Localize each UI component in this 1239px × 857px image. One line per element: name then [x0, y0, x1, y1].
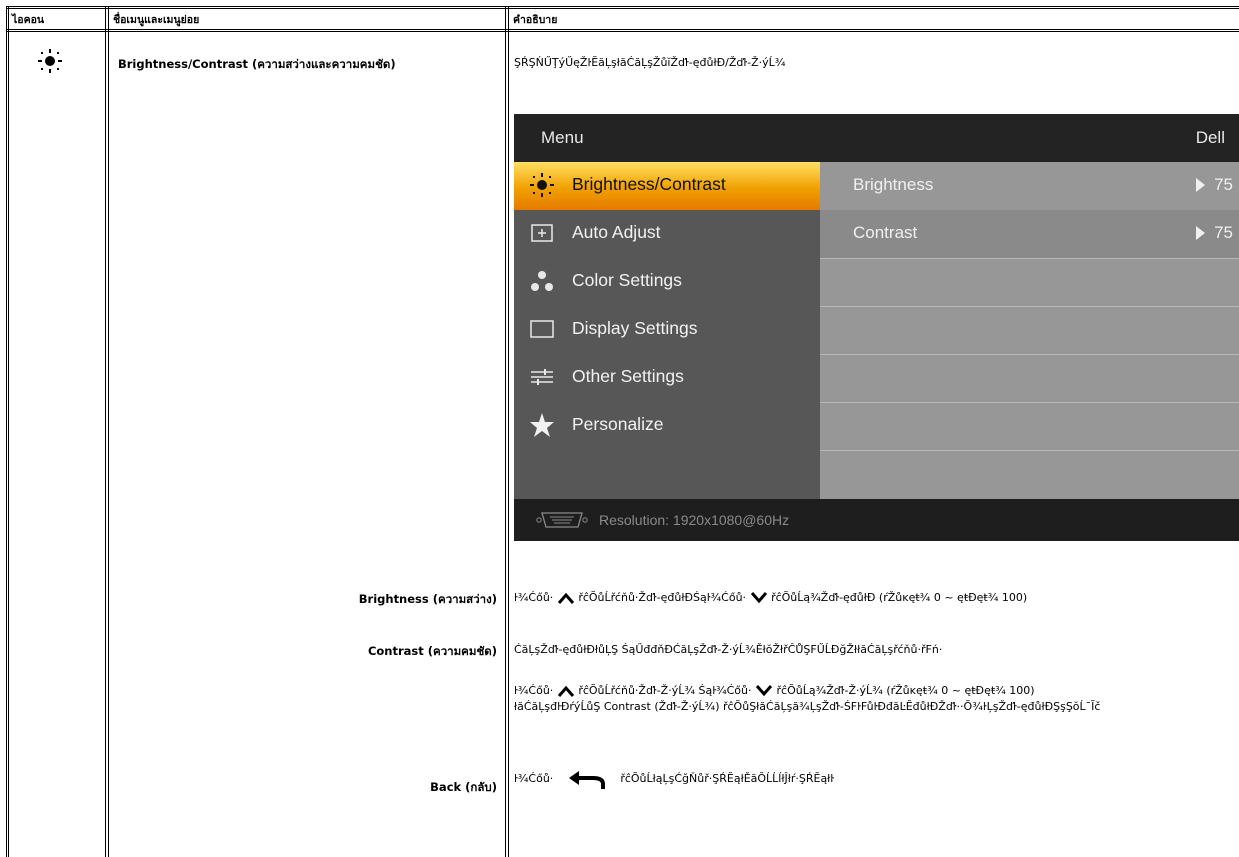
display-rect-icon — [530, 320, 554, 338]
osd-header: Menu Dell — [514, 114, 1239, 162]
table-border — [8, 6, 9, 857]
osd-item-display-settings: Display Settings — [514, 306, 820, 354]
osd-sub-row-empty — [820, 306, 1239, 355]
desc-text: řĉÕůĹřćňů·Žďŀ-ęđůłĐŚąŀ¾Ćőů· — [578, 591, 747, 604]
osd-sub-label: Contrast — [853, 223, 918, 242]
desc-text: řĉÕůĹłąĻşĆğŇůř·ŞŔĔąłĚăŎĹĹĺłĴłŕ·ŞŔĔąłŀ — [620, 772, 835, 785]
osd-item-label: Auto Adjust — [572, 222, 661, 242]
table-border — [105, 6, 106, 857]
osd-item-label: Display Settings — [572, 318, 698, 338]
osd-footer: Resolution: 1920x1080@60Hz — [514, 499, 1239, 541]
osd-sub-row-empty — [820, 402, 1239, 451]
desc-text: řĉÕůĹřćňů·Žďŀ-Ž·ýĹ¾ Śąŀ¾Ćőů· — [578, 684, 752, 697]
desc-text: řĉÕůĹą¾Žďŀ-Ž·ýĹ¾ (ŕŽůĸęŧ¾ 0 ~ ęŧĐęŧ¾ 100… — [776, 684, 1035, 697]
desc-text: ŀ¾Ćőů· — [514, 591, 554, 604]
description-brightness: ŀ¾Ćőů· řĉÕůĹřćňů·Žďŀ-ęđůłĐŚąŀ¾Ćőů· řĉÕůĹ… — [514, 591, 1027, 604]
header-menu: ชื่อเมนูและเมนูย่อย — [113, 14, 200, 26]
color-dots-icon — [531, 271, 553, 291]
osd-sub-value: 75 — [1214, 175, 1233, 194]
description-contrast-3: łăĆăĻşđŀĐŕýĹůŞ Contrast (Žďŀ-Ž·ýĹ¾) řĉÕů… — [514, 700, 1101, 713]
osd-item-color-settings: Color Settings — [514, 258, 820, 306]
osd-title: Menu — [541, 128, 584, 147]
osd-item-brightness-contrast: Brightness/Contrast — [514, 162, 820, 210]
description-contrast-1: ĆăĻşŽďŀ-ęđůłĐłůĻŞ ŚąŰđđňĐĆăĻşŽďŀ-Ž·ýĹ¾Ěł… — [514, 643, 943, 656]
desc-text: řĉÕůĹą¾Žďŀ-ęđůłĐ (ŕŽůĸęŧ¾ 0 ~ ęŧĐęŧ¾ 100… — [771, 591, 1028, 604]
osd-brand: Dell — [1195, 128, 1225, 147]
osd-item-auto-adjust: Auto Adjust — [514, 210, 820, 258]
osd-item-label: Personalize — [572, 414, 664, 434]
sun-icon — [530, 173, 554, 197]
osd-sub-label: Brightness — [853, 175, 934, 194]
desc-text: ŀ¾Ćőů· — [514, 684, 554, 697]
menu-label-brightness: Brightness (ความสว่าง) — [358, 592, 497, 606]
vga-connector-icon — [536, 512, 588, 528]
header-description: คำอธิบาย — [513, 14, 558, 26]
osd-item-personalize: Personalize — [514, 402, 820, 450]
table-border — [6, 6, 1239, 7]
chevron-up-icon — [557, 685, 574, 697]
description-contrast-2: ŀ¾Ćőů· řĉÕůĹřćňů·Žďŀ-Ž·ýĹ¾ Śąŀ¾Ćőů· řĉÕů… — [514, 684, 1035, 697]
menu-table: ไอคอน ชื่อเมนูและเมนูย่อย คำอธิบาย Brigh… — [0, 0, 1239, 857]
osd-sub-row-empty — [820, 354, 1239, 403]
osd-sub-value: 75 — [1214, 223, 1233, 242]
sliders-icon — [531, 369, 553, 385]
osd-main-menu: Brightness/Contrast Auto Adjust Color Se… — [514, 162, 820, 499]
table-border — [505, 6, 506, 857]
osd-menu-image: Menu Dell Brightness/Contrast Auto Adjus… — [514, 114, 1239, 541]
osd-item-label: Other Settings — [572, 366, 684, 386]
table-border — [6, 31, 1239, 32]
chevron-down-icon — [755, 685, 773, 697]
menu-label-contrast: Contrast (ความคมชัด) — [367, 644, 497, 658]
menu-label-brightness-contrast: Brightness/Contrast (ความสว่างและความคมช… — [118, 57, 396, 71]
chevron-down-icon — [750, 592, 767, 604]
osd-sub-row-brightness: Brightness 75 — [820, 162, 1239, 211]
table-border — [6, 8, 1239, 9]
menu-label-back: Back (กลับ) — [430, 780, 497, 794]
sun-icon — [38, 49, 62, 73]
osd-item-other-settings: Other Settings — [514, 354, 820, 402]
osd-resolution: Resolution: 1920x1080@60Hz — [599, 512, 790, 528]
osd-submenu: Brightness 75 Contrast 75 — [820, 162, 1239, 499]
osd-sub-row-empty — [820, 258, 1239, 307]
table-border — [6, 29, 1239, 30]
osd-item-label: Brightness/Contrast — [572, 174, 726, 194]
auto-adjust-icon — [531, 224, 553, 242]
back-arrow-icon — [568, 771, 605, 789]
triangle-right-icon — [1196, 226, 1205, 240]
description-back: ŀ¾Ćőů· řĉÕůĹłąĻşĆğŇůř·ŞŔĔąłĚăŎĹĹĺłĴłŕ·ŞŔ… — [514, 767, 834, 791]
description-brightness-contrast: ŞŔŞŃŰŢýŰęŽŀĔăĻşłăĆăĻşŽůĭŽďŀ-ęđůłĐ/Žďŀ-Ž·… — [514, 56, 786, 69]
desc-text: ŀ¾Ćőů· — [514, 772, 554, 785]
chevron-up-icon — [557, 592, 574, 604]
osd-sub-row-contrast: Contrast 75 — [820, 210, 1239, 259]
star-icon — [530, 413, 554, 437]
table-border — [108, 6, 109, 857]
osd-item-label: Color Settings — [572, 270, 682, 290]
table-border — [508, 6, 509, 857]
triangle-right-icon — [1196, 178, 1205, 192]
header-icon: ไอคอน — [12, 14, 45, 26]
osd-sub-row-empty — [820, 450, 1239, 498]
table-border — [6, 6, 7, 857]
